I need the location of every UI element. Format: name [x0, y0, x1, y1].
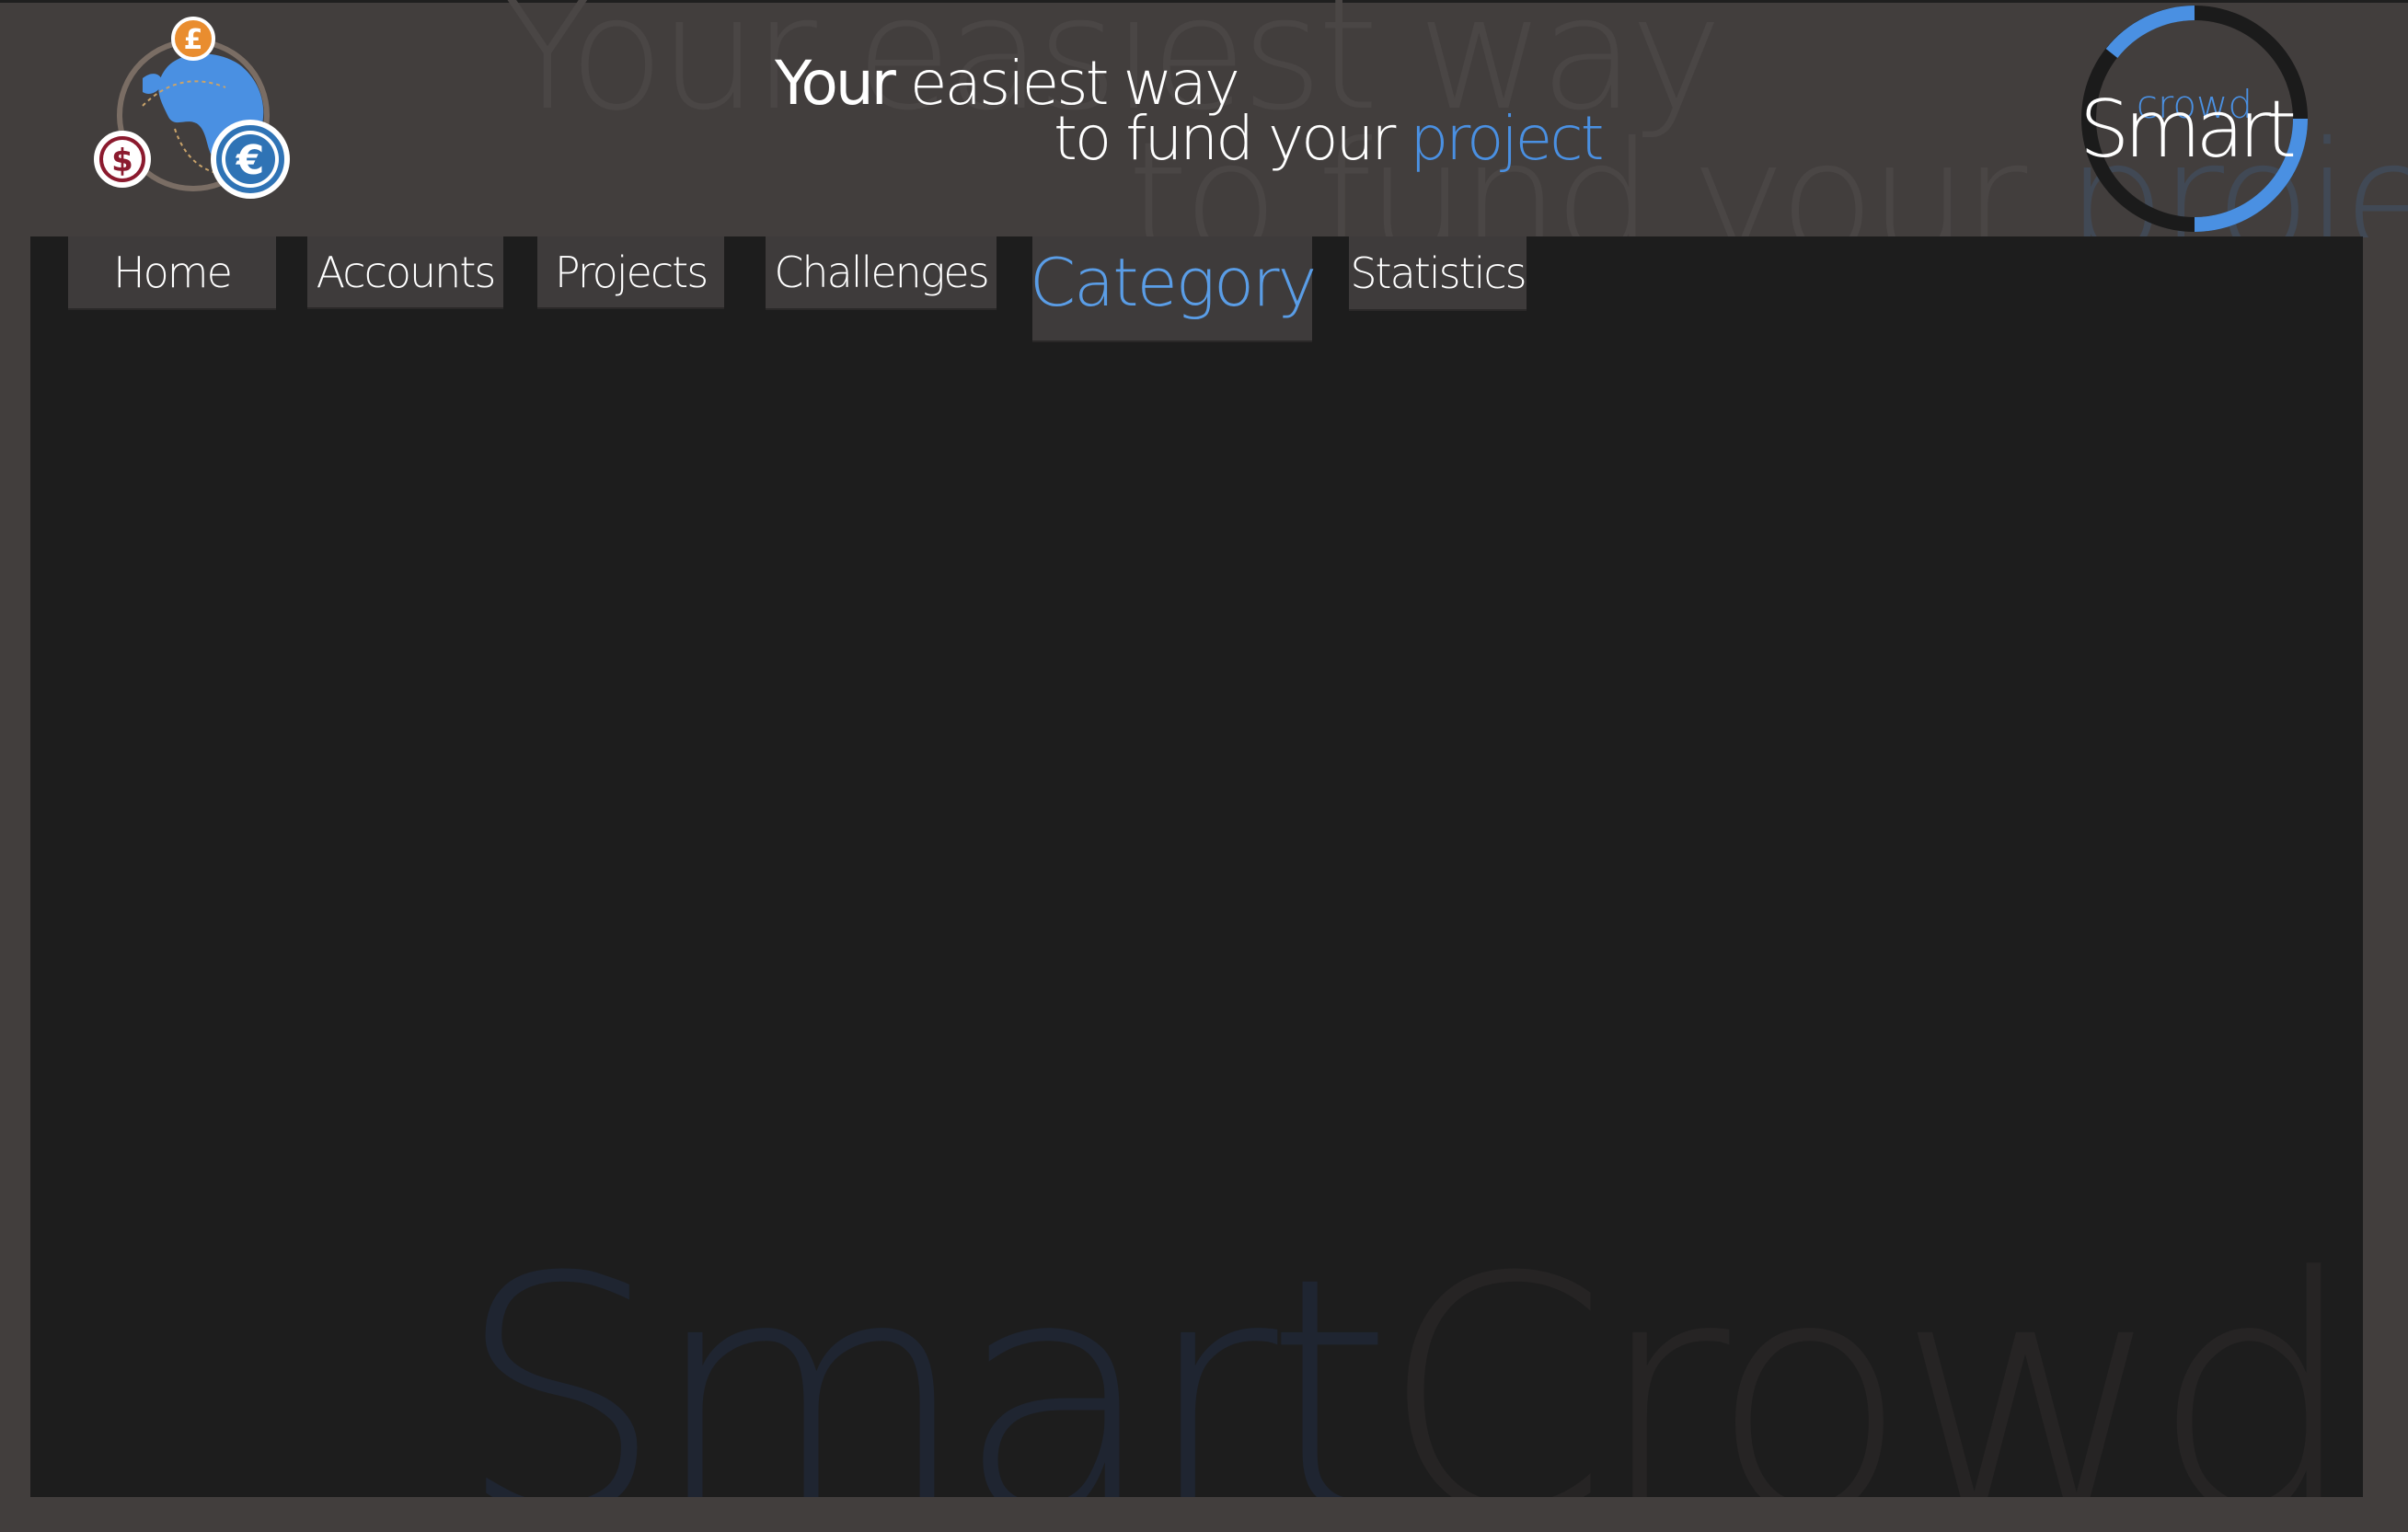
svg-text:€: € [236, 137, 265, 184]
tagline-line-2-text: to fund your [1054, 103, 1411, 174]
globe-currency-icon[interactable]: £ $ € [87, 14, 299, 207]
svg-text:$: $ [111, 143, 133, 179]
crowdsmart-logo[interactable]: crowd Smart [2075, 2, 2314, 236]
tab-statistics-label: Statistics [1350, 248, 1527, 298]
tab-challenges[interactable]: Challenges [766, 236, 997, 308]
pound-coin-icon: £ [171, 17, 215, 61]
tagline-accent-word: project [1410, 103, 1604, 174]
brand-watermark: SmartCrowd [456, 1235, 2358, 1498]
tab-home-label: Home [113, 248, 233, 297]
svg-text:£: £ [184, 24, 203, 56]
tagline-line-2: to fund your project [1054, 103, 1604, 174]
main-panel: Home Accounts Projects Challenges Catego… [30, 236, 2363, 1497]
watermark-smart: Smart [456, 1207, 1393, 1498]
tab-home[interactable]: Home [68, 236, 276, 308]
tagline-strong-word: Your [775, 48, 896, 119]
tab-statistics[interactable]: Statistics [1349, 236, 1527, 309]
header: Your easiest way to fund your project Yo… [0, 0, 2408, 237]
tab-category[interactable]: Category [1029, 236, 1317, 340]
tab-accounts[interactable]: Accounts [307, 236, 503, 307]
tab-projects[interactable]: Projects [537, 236, 724, 307]
nav-bar: Home Accounts Projects Challenges Catego… [30, 236, 2363, 347]
tab-accounts-label: Accounts [316, 247, 497, 297]
logo-word-smart: Smart [2080, 84, 2293, 176]
tab-category-label: Category [1029, 243, 1317, 321]
tab-challenges-label: Challenges [774, 248, 989, 297]
euro-coin-icon: € [211, 120, 290, 199]
watermark-crowd: Crowd [1379, 1207, 2358, 1498]
tab-projects-label: Projects [554, 247, 709, 297]
dollar-coin-icon: $ [94, 131, 151, 188]
